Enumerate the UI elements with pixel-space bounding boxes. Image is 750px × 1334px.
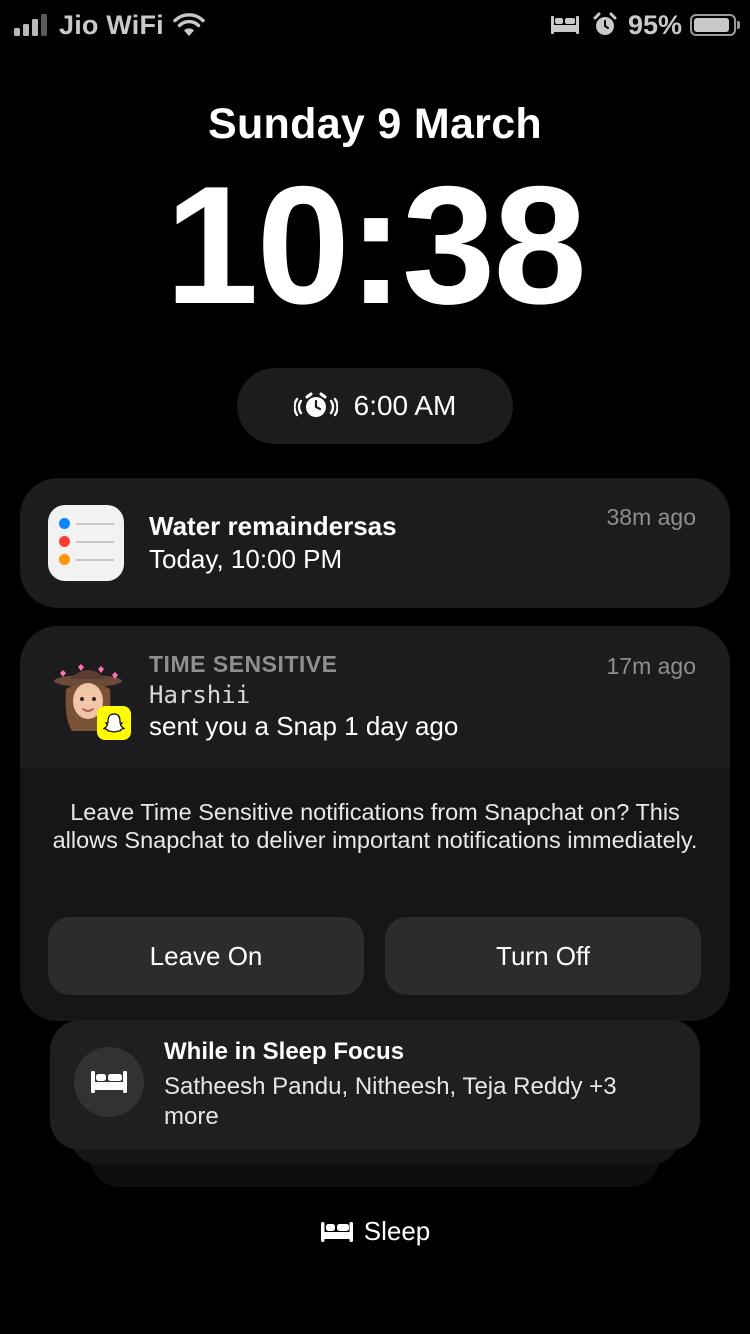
notification-time: 17m ago — [606, 653, 696, 679]
notification-title: Water remaindersas — [149, 511, 397, 541]
bed-icon — [74, 1047, 144, 1117]
status-right: 95% — [550, 8, 740, 42]
lockscreen-date: Sunday 9 March — [208, 100, 542, 148]
bed-icon — [550, 16, 579, 34]
notification-sleep-focus[interactable]: While in Sleep Focus Satheesh Pandu, Nit… — [50, 1020, 700, 1150]
leave-on-button[interactable]: Leave On — [48, 917, 364, 995]
notification-title: While in Sleep Focus — [164, 1038, 405, 1065]
time-sensitive-prompt: Leave Time Sensitive notifications from … — [52, 799, 698, 853]
battery-icon — [690, 14, 740, 36]
alarm-widget[interactable]: 6:00 AM — [237, 368, 513, 444]
lockscreen-clock[interactable]: 10:38 — [0, 160, 750, 330]
alarm-icon — [593, 12, 617, 35]
status-bar: Jio WiFi 95% — [0, 0, 750, 50]
focus-mode-label: Sleep — [363, 1216, 431, 1246]
snap-notification-header[interactable]: TIME SENSITIVE Harshii sent you a Snap 1… — [20, 626, 730, 768]
notification-body: sent you a Snap 1 day ago — [149, 711, 459, 741]
reminders-icon — [48, 505, 124, 581]
snapchat-icon — [97, 706, 131, 740]
focus-mode-indicator[interactable]: Sleep — [0, 1216, 750, 1247]
carrier-name: Jio WiFi — [59, 9, 164, 40]
notification-time: 38m ago — [606, 504, 696, 530]
notification-body: Satheesh Pandu, Nitheesh, Teja Reddy +3 … — [164, 1073, 617, 1130]
bed-icon — [320, 1221, 353, 1242]
time-sensitive-label: TIME SENSITIVE — [149, 651, 338, 677]
notification-snapchat[interactable]: TIME SENSITIVE Harshii sent you a Snap 1… — [20, 626, 730, 1021]
notification-reminder[interactable]: Water remaindersas Today, 10:00 PM 38m a… — [20, 478, 730, 608]
wifi-icon — [173, 13, 205, 36]
alarm-time: 6:00 AM — [353, 390, 457, 421]
sender-name: Harshii — [149, 681, 251, 709]
turn-off-button[interactable]: Turn Off — [385, 917, 701, 995]
alarm-ringing-icon — [293, 392, 338, 417]
notification-body: Today, 10:00 PM — [149, 544, 343, 574]
battery-percent: 95% — [627, 9, 682, 40]
status-left: Jio WiFi — [14, 8, 205, 42]
signal-icon — [14, 14, 47, 36]
